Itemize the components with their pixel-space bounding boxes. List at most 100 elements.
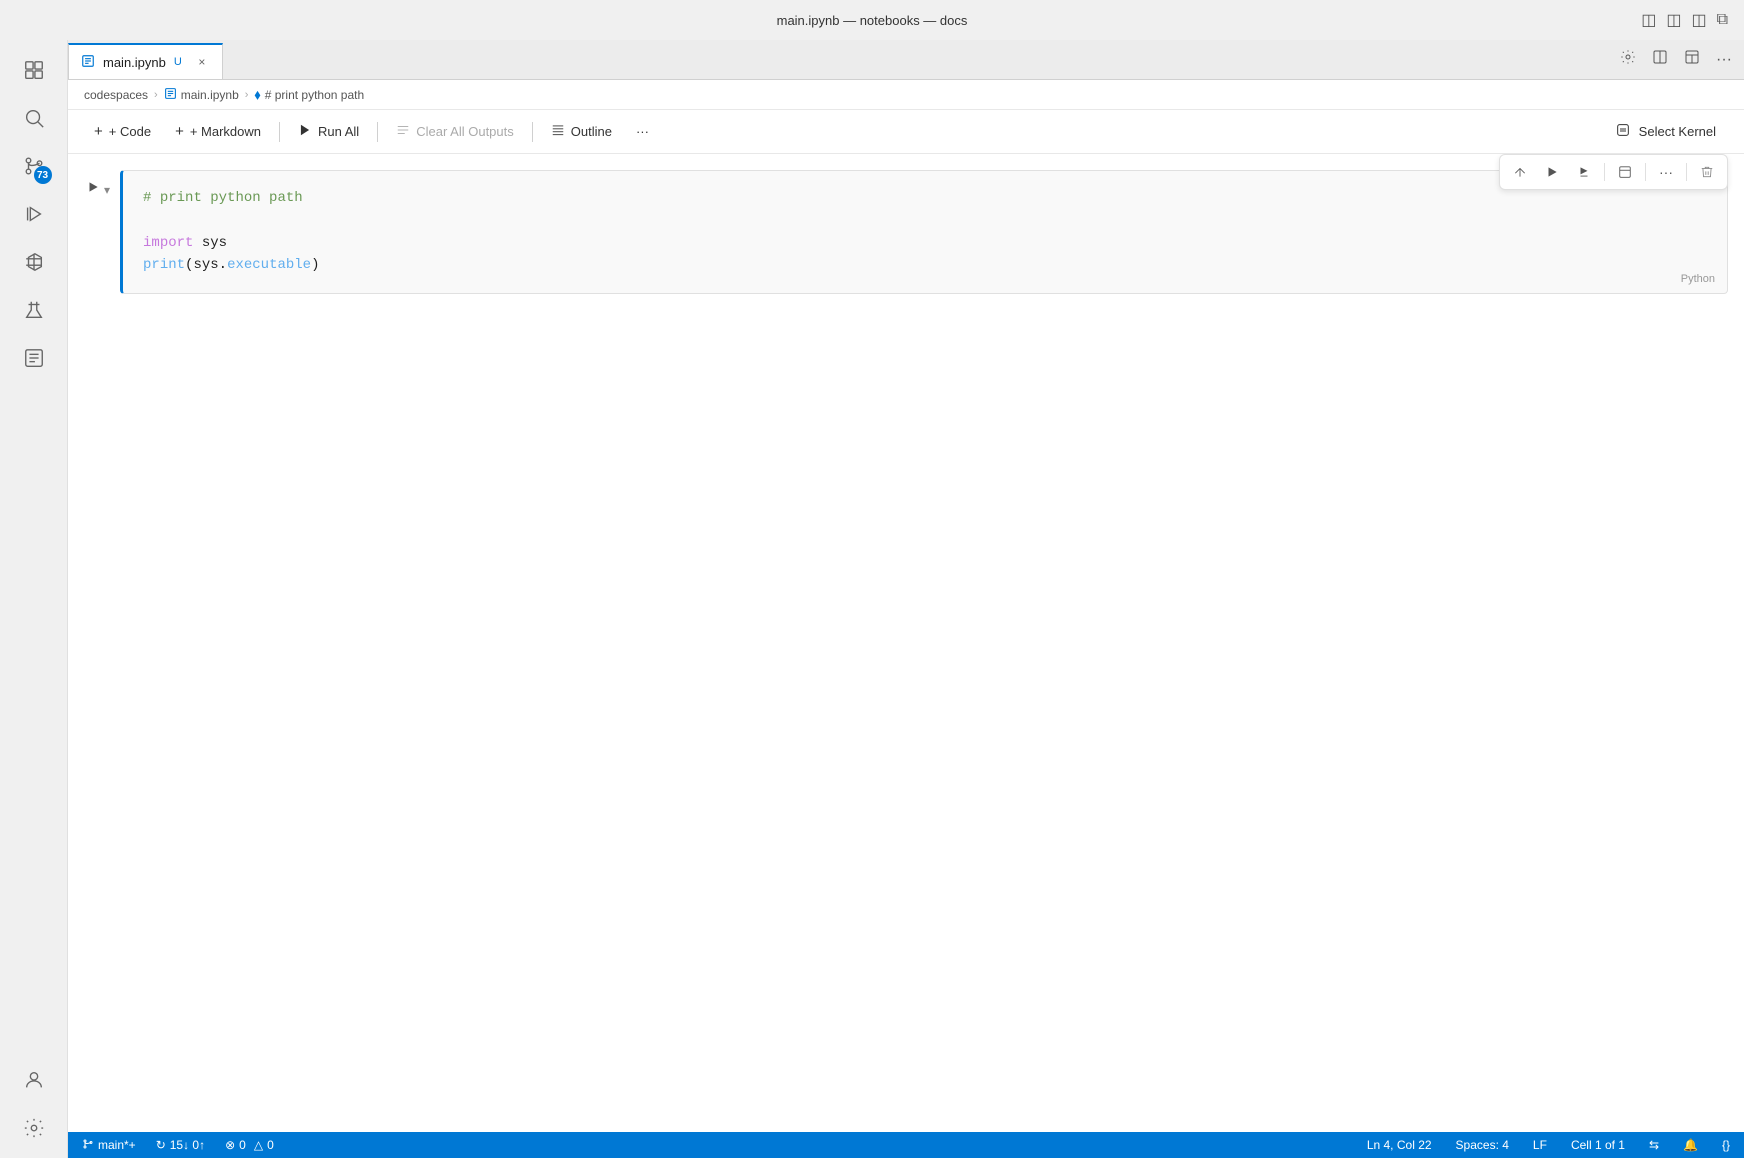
select-kernel-button[interactable]: Select Kernel — [1603, 117, 1728, 146]
toolbar-separator-1 — [279, 122, 280, 142]
run-all-label: Run All — [318, 124, 359, 139]
cell-info-label: Cell 1 of 1 — [1571, 1138, 1625, 1152]
status-errors[interactable]: ⊗ 0 △ 0 — [219, 1132, 280, 1158]
status-ln-col[interactable]: Ln 4, Col 22 — [1361, 1132, 1438, 1158]
status-right: Ln 4, Col 22 Spaces: 4 LF Cell 1 of 1 ⇆ … — [1361, 1132, 1736, 1158]
encoding-label: LF — [1533, 1138, 1547, 1152]
run-chevron-icon[interactable]: ▾ — [104, 183, 110, 197]
sidebar-item-source-control[interactable]: 73 — [12, 144, 56, 188]
breadcrumb-codespaces[interactable]: codespaces — [84, 88, 148, 102]
status-bracket[interactable]: {} — [1716, 1132, 1736, 1158]
outline-button[interactable]: Outline — [541, 118, 622, 145]
breadcrumb-cell-icon: ⬧ — [254, 86, 260, 103]
layout-icon-4[interactable]: ⧉ — [1717, 11, 1728, 29]
sidebar-item-lab[interactable] — [12, 288, 56, 332]
remote-icon: ⇆ — [1649, 1138, 1659, 1152]
breadcrumb-main-ipynb[interactable]: main.ipynb — [164, 87, 239, 103]
status-left: main*+ ↻ 15↓ 0↑ ⊗ 0 △ 0 — [76, 1132, 280, 1158]
breadcrumb-notebook-icon — [164, 87, 177, 103]
code-line-import: import sys — [143, 232, 1707, 254]
breadcrumb-ipynb-label: main.ipynb — [181, 88, 239, 102]
titlebar: main.ipynb — notebooks — docs ◫ ◫ ◫ ⧉ — [0, 0, 1744, 40]
clear-all-outputs-label: Clear All Outputs — [416, 124, 514, 139]
code-keyword-import: import — [143, 235, 193, 251]
status-bar: main*+ ↻ 15↓ 0↑ ⊗ 0 △ 0 Ln 4, Col 22 — [68, 1132, 1744, 1158]
sidebar-item-account[interactable] — [12, 1058, 56, 1102]
more-cell-actions-button[interactable]: ··· — [1652, 159, 1680, 185]
sidebar-item-settings[interactable] — [12, 1106, 56, 1150]
layout-icon-3[interactable]: ◫ — [1691, 10, 1706, 30]
add-code-label: + Code — [109, 124, 151, 139]
error-count: 0 — [239, 1138, 246, 1152]
sidebar-item-search[interactable] — [12, 96, 56, 140]
tab-close-button[interactable]: × — [194, 54, 210, 70]
code-fn-print: print — [143, 257, 185, 273]
breadcrumb-cell-text: # print python path — [265, 88, 364, 102]
run-icon — [86, 180, 100, 199]
status-notifications[interactable]: 🔔 — [1677, 1132, 1704, 1158]
error-icon: ⊗ — [225, 1138, 235, 1152]
main-layout: 73 — [0, 40, 1744, 1158]
split-editor-icon[interactable] — [1648, 45, 1672, 74]
execute-above-button[interactable] — [1506, 159, 1534, 185]
tab-bar: main.ipynb U × — [68, 40, 1744, 80]
layout-icon-1[interactable]: ◫ — [1641, 10, 1656, 30]
sidebar-item-explorer[interactable] — [12, 48, 56, 92]
settings-icon[interactable] — [1616, 45, 1640, 74]
code-cell[interactable]: # print python path import sys print(sys… — [120, 170, 1728, 294]
cell-language: Python — [1681, 273, 1715, 285]
warning-count: 0 — [267, 1138, 274, 1152]
add-code-button[interactable]: + + Code — [84, 118, 161, 145]
sidebar-item-notebook-explorer[interactable] — [12, 336, 56, 380]
code-line-1: # print python path — [143, 187, 1707, 209]
select-kernel-label: Select Kernel — [1639, 124, 1716, 139]
delete-cell-button[interactable] — [1693, 159, 1721, 185]
status-remote[interactable]: ⇆ — [1643, 1132, 1665, 1158]
execute-cell-below-button[interactable] — [1570, 159, 1598, 185]
sidebar-item-extensions[interactable] — [12, 240, 56, 284]
cell-toolbar-sep-1 — [1604, 163, 1605, 181]
more-toolbar-icon: ··· — [636, 124, 649, 139]
notebook-toolbar: + + Code + + Markdown Run All — [68, 110, 1744, 154]
titlebar-controls: ◫ ◫ ◫ ⧉ — [1641, 10, 1728, 30]
add-markdown-button[interactable]: + + Markdown — [165, 118, 271, 145]
run-cell-button[interactable]: ▾ — [84, 178, 112, 201]
code-paren-open: (sys. — [185, 257, 227, 273]
clear-all-outputs-button[interactable]: Clear All Outputs — [386, 118, 524, 145]
notebook-content: ··· — [68, 154, 1744, 1132]
outline-label: Outline — [571, 124, 612, 139]
tab-main-ipynb[interactable]: main.ipynb U × — [68, 43, 223, 79]
run-all-button[interactable]: Run All — [288, 118, 369, 145]
toggle-cell-output-button[interactable] — [1611, 159, 1639, 185]
breadcrumb-cell-label[interactable]: ⬧ # print python path — [254, 86, 364, 103]
layout-icon-2[interactable]: ◫ — [1666, 10, 1681, 30]
status-cell-info[interactable]: Cell 1 of 1 — [1565, 1132, 1631, 1158]
tab-notebook-icon — [81, 54, 95, 71]
breadcrumb-sep-2: › — [245, 89, 249, 101]
editor-area: main.ipynb U × — [68, 40, 1744, 1158]
bell-icon: 🔔 — [1683, 1138, 1698, 1152]
more-actions-icon[interactable]: ··· — [1712, 47, 1736, 73]
status-encoding[interactable]: LF — [1527, 1132, 1553, 1158]
more-toolbar-button[interactable]: ··· — [626, 119, 659, 144]
activity-bar: 73 — [0, 40, 68, 1158]
bracket-icon: {} — [1722, 1138, 1730, 1152]
clear-all-icon — [396, 123, 410, 140]
branch-icon — [82, 1138, 94, 1153]
cell-content: # print python path import sys print(sys… — [123, 171, 1727, 293]
tab-label: main.ipynb — [103, 55, 166, 70]
status-branch[interactable]: main*+ — [76, 1132, 142, 1158]
code-normal-sys: sys — [193, 235, 227, 251]
tab-bar-actions: ··· — [1616, 40, 1736, 79]
cell-run-area: ▾ — [84, 170, 112, 201]
layout-icon[interactable] — [1680, 45, 1704, 74]
cell-toolbar-sep-3 — [1686, 163, 1687, 181]
code-comment: # print python path — [143, 190, 303, 206]
status-sync[interactable]: ↻ 15↓ 0↑ — [150, 1132, 211, 1158]
code-fn-executable: executable — [227, 257, 311, 273]
execute-cell-button[interactable] — [1538, 159, 1566, 185]
select-kernel-icon — [1615, 122, 1631, 141]
status-spaces[interactable]: Spaces: 4 — [1450, 1132, 1515, 1158]
cell-toolbar-sep-2 — [1645, 163, 1646, 181]
sidebar-item-run-debug[interactable] — [12, 192, 56, 236]
